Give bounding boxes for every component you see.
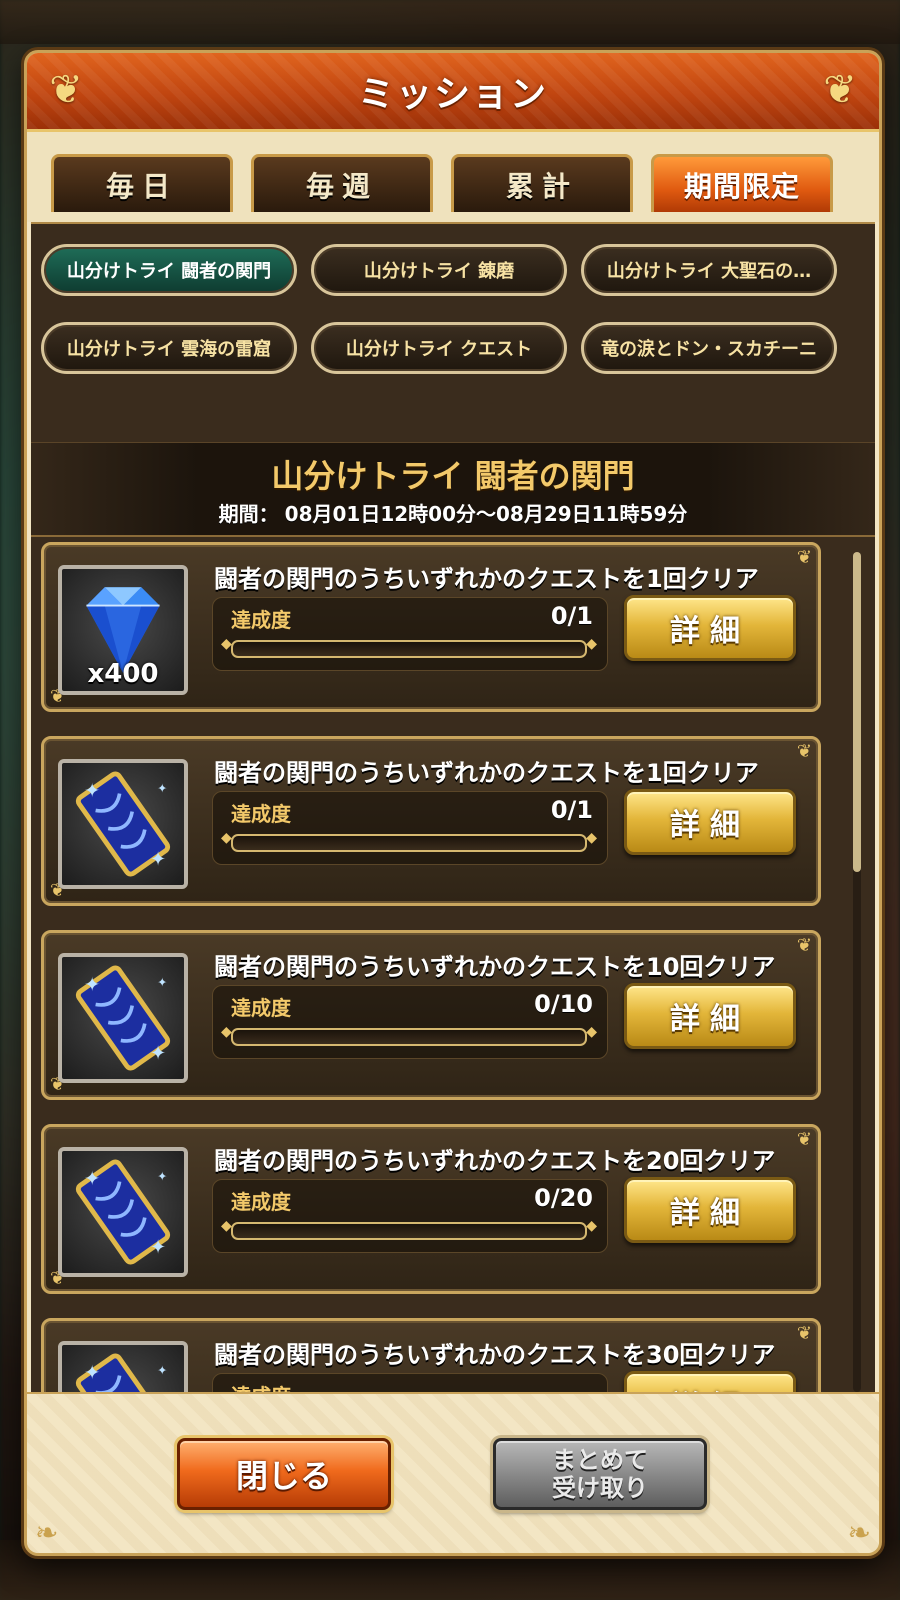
progress-label: 達成度 (231, 608, 291, 632)
ticket-icon: ✦ ✦ ✦ (62, 957, 184, 1079)
mission-scrollbar[interactable] (853, 552, 861, 1392)
event-button[interactable]: 山分けトライ 錬磨 (311, 244, 567, 296)
progress-bar (221, 1024, 597, 1046)
mission-card: ❦❦x400闘者の関門のうちいずれかのクエストを1回クリア達成度0/1詳細 (41, 542, 821, 712)
svg-text:✦: ✦ (84, 973, 100, 996)
ornament-icon: ❦ (823, 67, 857, 113)
detail-button[interactable]: 詳細 (624, 1371, 796, 1394)
reward-count: x400 (87, 659, 159, 689)
progress-bar (221, 1218, 597, 1240)
detail-button[interactable]: 詳細 (624, 983, 796, 1049)
ticket-icon: ✦ ✦ ✦ (62, 1151, 184, 1273)
reward-icon[interactable]: ✦✦✦ (58, 1341, 188, 1394)
claim-all-label-line1: まとめて (552, 1446, 648, 1474)
svg-text:✦: ✦ (157, 975, 167, 989)
tab-cumulative[interactable]: 累計 (451, 154, 633, 212)
detail-button[interactable]: 詳細 (624, 595, 796, 661)
progress-value: 0/20 (534, 1184, 593, 1212)
tab-bar: 毎日 毎週 累計 期間限定 (27, 132, 879, 222)
progress-label: 達成度 (231, 802, 291, 826)
svg-text:✦: ✦ (84, 779, 100, 802)
background-top-bar (0, 0, 900, 44)
event-title: 山分けトライ 闘者の関門 (271, 457, 635, 495)
progress-value: 0/1 (550, 796, 593, 824)
svg-text:✦: ✦ (84, 1361, 100, 1384)
reward-icon[interactable]: ✦ ✦ ✦ (58, 953, 188, 1083)
claim-all-button[interactable]: まとめて 受け取り (493, 1438, 707, 1510)
ornament-icon: ❧ (35, 1516, 59, 1549)
svg-text:✦: ✦ (150, 847, 166, 870)
progress-value: 0/10 (534, 990, 593, 1018)
progress-bar (221, 830, 597, 852)
progress-label: 達成度 (231, 1190, 291, 1214)
mission-list[interactable]: ❦❦x400闘者の関門のうちいずれかのクエストを1回クリア達成度0/1詳細❦❦✦… (41, 542, 841, 1394)
mission-title: 闘者の関門のうちいずれかのクエストを1回クリア (214, 759, 759, 787)
scroll-thumb[interactable] (853, 552, 861, 872)
progress-panel: 達成度 0/1 (212, 597, 608, 671)
mission-dialog: ❦ ミッション ❦ 毎日 毎週 累計 期間限定 山分けトライ 闘者の関門 山分け… (24, 50, 882, 1556)
progress-panel: 達成度 0/10 (212, 985, 608, 1059)
dialog-title: ミッション (357, 74, 548, 115)
svg-text:✦: ✦ (157, 1169, 167, 1183)
progress-value: 0/1 (550, 602, 593, 630)
event-button[interactable]: 山分けトライ クエスト (311, 322, 567, 374)
progress-bar (221, 636, 597, 658)
event-button[interactable]: 山分けトライ 大聖石の… (581, 244, 837, 296)
detail-button[interactable]: 詳細 (624, 1177, 796, 1243)
progress-label: 達成度 (231, 996, 291, 1020)
svg-text:✦: ✦ (157, 781, 167, 795)
mission-card: ❦❦✦✦✦闘者の関門のうちいずれかのクエストを30回クリア達成度詳細 (41, 1318, 821, 1394)
mission-content: 山分けトライ 闘者の関門 山分けトライ 錬磨 山分けトライ 大聖石の… 山分けト… (31, 222, 875, 1394)
svg-text:✦: ✦ (150, 1041, 166, 1064)
mission-title: 闘者の関門のうちいずれかのクエストを10回クリア (214, 953, 776, 981)
progress-panel: 達成度 0/20 (212, 1179, 608, 1253)
reward-icon[interactable]: ✦ ✦ ✦ (58, 759, 188, 889)
reward-icon[interactable]: x400 (58, 565, 188, 695)
event-button[interactable]: 山分けトライ 雲海の雷窟 (41, 322, 297, 374)
event-button[interactable]: 山分けトライ 闘者の関門 (41, 244, 297, 296)
svg-text:✦: ✦ (84, 1167, 100, 1190)
tab-weekly[interactable]: 毎週 (251, 154, 433, 212)
event-button[interactable]: 竜の涙とドン・スカチーニ (581, 322, 837, 374)
dialog-footer: 閉じる まとめて 受け取り ❧ ❧ (27, 1392, 879, 1553)
event-period: 期間： 08月01日12時00分～08月29日11時59分 (31, 498, 875, 527)
mission-title: 闘者の関門のうちいずれかのクエストを1回クリア (214, 565, 759, 593)
mission-card: ❦❦✦✦✦闘者の関門のうちいずれかのクエストを1回クリア達成度0/1詳細 (41, 736, 821, 906)
mission-title: 闘者の関門のうちいずれかのクエストを20回クリア (214, 1147, 776, 1175)
mission-card: ❦❦✦✦✦闘者の関門のうちいずれかのクエストを20回クリア達成度0/20詳細 (41, 1124, 821, 1294)
progress-panel: 達成度 0/1 (212, 791, 608, 865)
svg-text:✦: ✦ (150, 1235, 166, 1258)
dialog-header: ❦ ミッション ❦ (27, 53, 879, 132)
mission-card: ❦❦✦✦✦闘者の関門のうちいずれかのクエストを10回クリア達成度0/10詳細 (41, 930, 821, 1100)
ornament-icon: ❧ (847, 1516, 871, 1549)
period-value: 08月01日12時00分～08月29日11時59分 (284, 502, 688, 526)
mission-title: 闘者の関門のうちいずれかのクエストを30回クリア (214, 1341, 776, 1369)
progress-panel: 達成度 (212, 1373, 608, 1394)
ticket-icon: ✦✦✦ (62, 1345, 184, 1394)
ornament-icon: ❦ (49, 67, 83, 113)
svg-text:✦: ✦ (157, 1363, 167, 1377)
period-label: 期間： (218, 502, 279, 526)
reward-icon[interactable]: ✦ ✦ ✦ (58, 1147, 188, 1277)
tab-daily[interactable]: 毎日 (51, 154, 233, 212)
claim-all-label-line2: 受け取り (552, 1474, 648, 1502)
tab-limited-time[interactable]: 期間限定 (651, 154, 833, 212)
close-button[interactable]: 閉じる (177, 1438, 391, 1510)
event-heading: 山分けトライ 闘者の関門 期間： 08月01日12時00分～08月29日11時59… (31, 442, 875, 537)
ticket-icon: ✦ ✦ ✦ (62, 763, 184, 885)
detail-button[interactable]: 詳細 (624, 789, 796, 855)
